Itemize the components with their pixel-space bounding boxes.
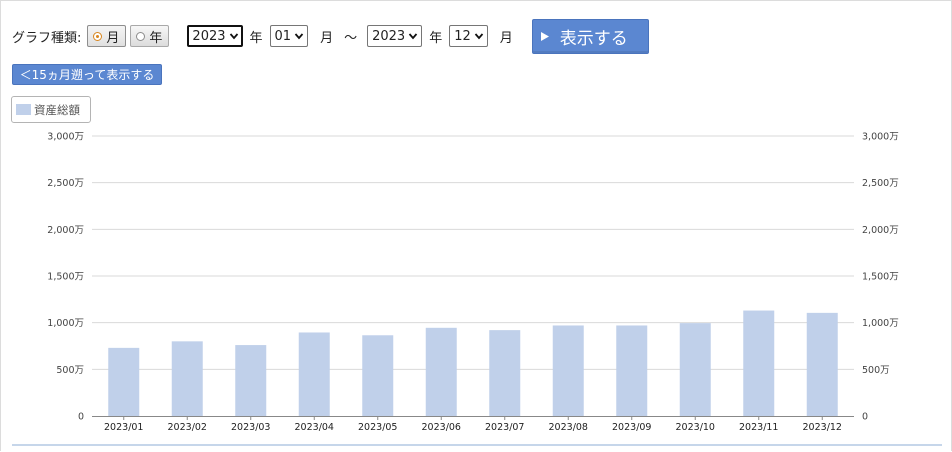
y-tick-label-left: 3,000万: [47, 132, 84, 143]
bar-2023-11[interactable]: [743, 310, 775, 416]
y-tick-label-left: 500万: [56, 365, 84, 376]
x-tick-label: 2023/02: [168, 422, 207, 433]
bar-2023-09[interactable]: [616, 325, 648, 416]
y-tick-label-left: 0: [78, 412, 84, 423]
y-tick-label-left: 1,500万: [47, 272, 84, 283]
y-tick-label-left: 2,000万: [47, 225, 84, 236]
x-tick-label: 2023/07: [485, 422, 524, 433]
bar-2023-05[interactable]: [362, 335, 394, 416]
y-tick-label-right: 1,500万: [862, 272, 899, 283]
x-tick-label: 2023/04: [295, 422, 334, 433]
x-tick-label: 2023/01: [104, 422, 143, 433]
y-tick-label-left: 2,500万: [47, 178, 84, 189]
x-tick-label: 2023/12: [803, 422, 842, 433]
section-divider: [12, 444, 942, 446]
y-tick-label-right: 500万: [862, 365, 890, 376]
bar-2023-12[interactable]: [806, 312, 838, 416]
bar-2023-07[interactable]: [489, 330, 521, 416]
bar-2023-03[interactable]: [235, 345, 267, 416]
bar-2023-04[interactable]: [298, 332, 330, 416]
x-tick-label: 2023/03: [231, 422, 270, 433]
asset-bar-chart: 0 0 500万 500万 1,000万 1,000万 1,500万 1,500万 2,000万…: [47, 132, 899, 434]
bar-2023-10[interactable]: [679, 323, 711, 416]
x-tick-label: 2023/09: [612, 422, 651, 433]
y-tick-label-right: 3,000万: [862, 132, 899, 143]
bar-2023-02[interactable]: [171, 341, 203, 416]
y-tick-label-right: 0: [862, 412, 868, 423]
x-tick-label: 2023/05: [358, 422, 397, 433]
x-tick-label: 2023/10: [676, 422, 715, 433]
x-tick-label: 2023/11: [739, 422, 778, 433]
y-tick-label-right: 1,000万: [862, 318, 899, 329]
bar-2023-01[interactable]: [108, 347, 140, 416]
y-tick-label-right: 2,500万: [862, 178, 899, 189]
bar-2023-08[interactable]: [552, 325, 584, 416]
y-tick-label-right: 2,000万: [862, 225, 899, 236]
x-tick-label: 2023/08: [549, 422, 588, 433]
y-tick-label-left: 1,000万: [47, 318, 84, 329]
bar-2023-06[interactable]: [425, 327, 457, 416]
x-tick-label: 2023/06: [422, 422, 461, 433]
